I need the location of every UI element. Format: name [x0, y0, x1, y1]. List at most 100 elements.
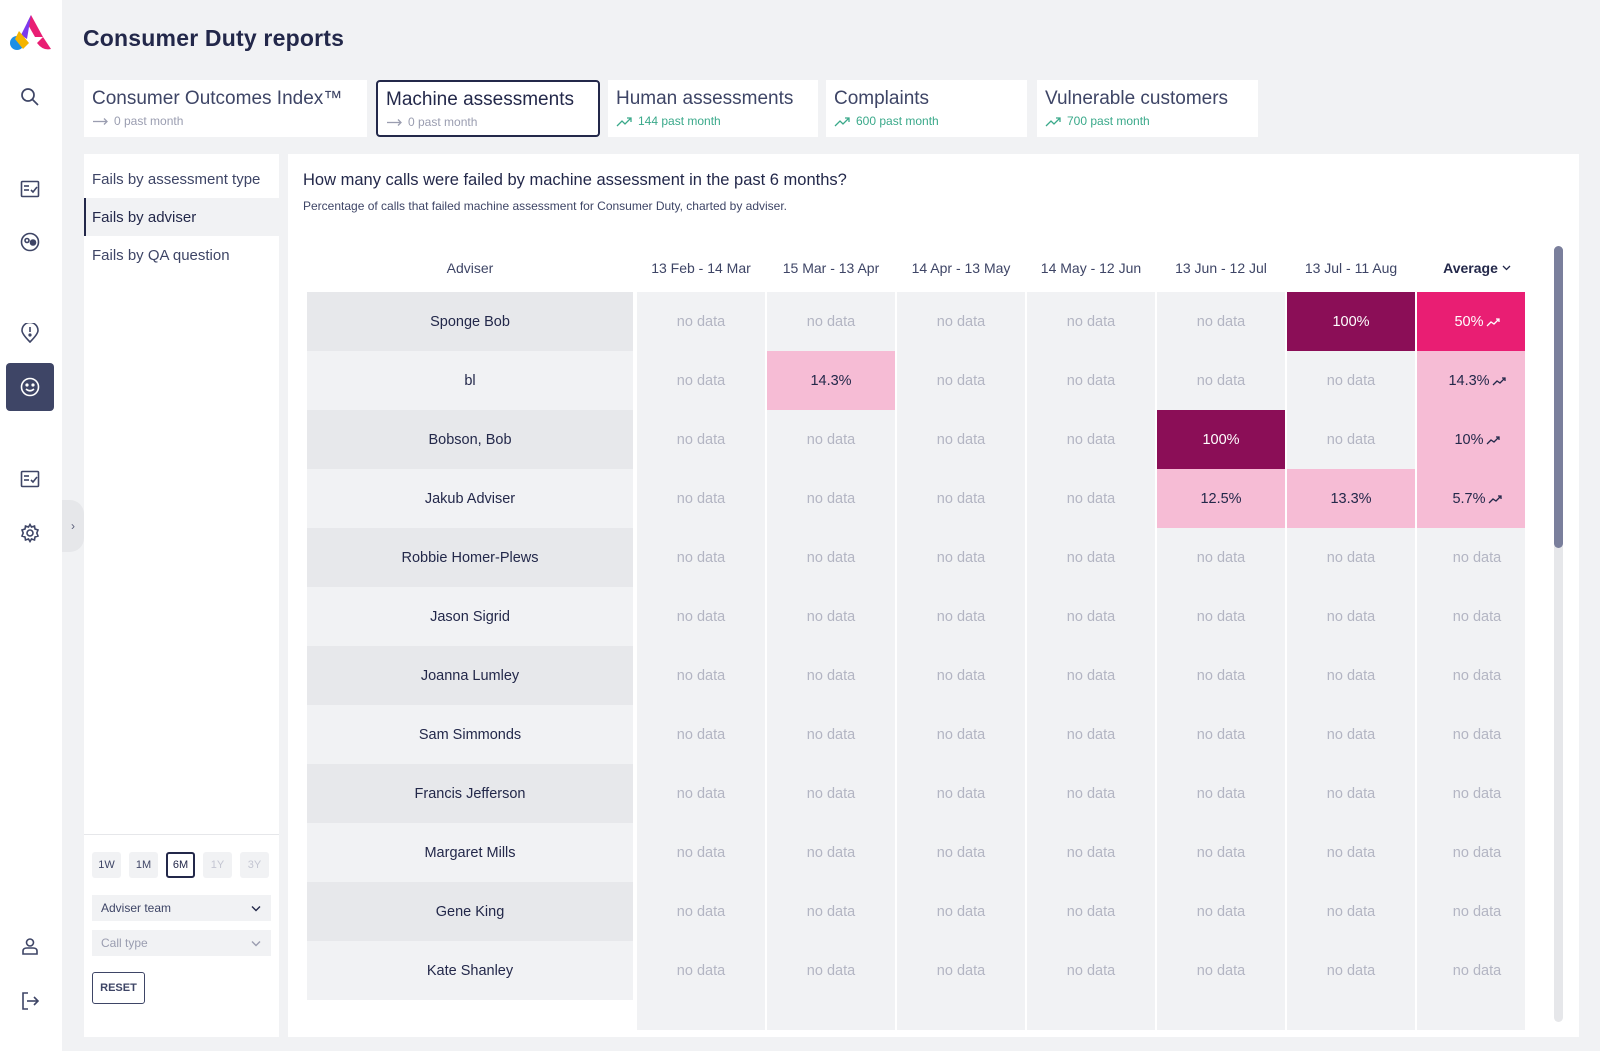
column-header: 15 Mar - 13 Apr: [767, 244, 895, 292]
adviser-team-select[interactable]: Adviser team: [92, 895, 271, 921]
average-value: no data: [1452, 785, 1502, 802]
tab-sub: 0 past month: [92, 114, 359, 128]
adviser-name-cell[interactable]: Kate Shanley: [307, 941, 633, 1000]
tab-consumer-outcomes-index[interactable]: Consumer Outcomes Index™ 0 past month: [84, 80, 367, 137]
heatmap-cell: no data: [676, 608, 726, 625]
subnav-item-fails-by-qa-question[interactable]: Fails by QA question: [84, 236, 279, 274]
average-value: 5.7%: [1452, 490, 1486, 507]
heatmap-cell[interactable]: 12.5%: [1157, 469, 1285, 528]
adviser-name-cell[interactable]: Francis Jefferson: [307, 764, 633, 823]
average-value: no data: [1452, 608, 1502, 625]
sidebar-rail: [0, 0, 62, 1051]
trend-up-icon: [1486, 317, 1500, 326]
checklist-icon[interactable]: [6, 165, 54, 213]
adviser-name-cell[interactable]: Gene King: [307, 882, 633, 941]
select-value: Call type: [101, 936, 148, 950]
heatmap-cell: no data: [1066, 372, 1116, 389]
gear-icon[interactable]: [6, 509, 54, 557]
subnav-item-fails-by-assessment-type[interactable]: Fails by assessment type: [84, 160, 279, 198]
heatmap-cell: no data: [1326, 372, 1376, 389]
adviser-name-cell[interactable]: bl: [307, 351, 633, 410]
heatmap-cell[interactable]: 100%: [1157, 410, 1285, 469]
tab-sub: 700 past month: [1045, 114, 1250, 128]
period-selector: 1W 1M 6M 1Y 3Y: [92, 852, 269, 878]
column-header: 13 Feb - 14 Mar: [637, 244, 765, 292]
heatmap-cell[interactable]: 14.3%: [767, 351, 895, 410]
divider: [84, 834, 279, 835]
arrow-right-icon: [93, 117, 108, 125]
average-value: no data: [1452, 549, 1502, 566]
trend-up-icon: [834, 116, 850, 126]
heatmap-cell: no data: [1066, 785, 1116, 802]
report-checklist-icon[interactable]: [6, 455, 54, 503]
heatmap-cell[interactable]: 100%: [1287, 292, 1415, 351]
heatmap-cell: no data: [1066, 903, 1116, 920]
heatmap-cell: no data: [1066, 549, 1116, 566]
adviser-name-cell[interactable]: Jason Sigrid: [307, 587, 633, 646]
period-3y-button[interactable]: 3Y: [240, 852, 269, 878]
column-header-label: Average: [1443, 260, 1498, 276]
trend-up-icon: [616, 116, 632, 126]
heatmap-cell: no data: [1326, 962, 1376, 979]
column-header-label: 15 Mar - 13 Apr: [782, 260, 880, 276]
logout-icon[interactable]: [6, 977, 54, 1025]
heatmap-cell: no data: [1066, 726, 1116, 743]
column-header: 14 Apr - 13 May: [897, 244, 1025, 292]
app-logo[interactable]: [9, 13, 53, 51]
period-1m-button[interactable]: 1M: [129, 852, 158, 878]
tab-sub-text: 144 past month: [638, 114, 721, 128]
subnav-item-fails-by-adviser[interactable]: Fails by adviser: [84, 198, 279, 236]
tab-human-assessments[interactable]: Human assessments 144 past month: [608, 80, 818, 137]
heatmap-cell: no data: [1066, 667, 1116, 684]
adviser-name-cell[interactable]: Joanna Lumley: [307, 646, 633, 705]
reset-button[interactable]: RESET: [92, 972, 145, 1004]
heatmap-cell: no data: [1326, 903, 1376, 920]
heatmap-cell: no data: [1196, 844, 1246, 861]
tab-vulnerable-customers[interactable]: Vulnerable customers 700 past month: [1037, 80, 1258, 137]
average-cell[interactable]: 14.3%: [1417, 351, 1525, 410]
average-cell[interactable]: 50%: [1417, 292, 1525, 351]
period-1y-button[interactable]: 1Y: [203, 852, 232, 878]
average-cell[interactable]: 10%: [1417, 410, 1525, 469]
report-panel: How many calls were failed by machine as…: [288, 154, 1579, 1037]
heatmap-cell: no data: [806, 608, 856, 625]
tab-complaints[interactable]: Complaints 600 past month: [826, 80, 1027, 137]
adviser-name-cell[interactable]: Sponge Bob: [307, 292, 633, 351]
adviser-name-cell[interactable]: Margaret Mills: [307, 823, 633, 882]
adviser-name-cell[interactable]: Jakub Adviser: [307, 469, 633, 528]
table-row: Robbie Homer-Plews no data no data no data n…: [307, 528, 1525, 587]
period-6m-button[interactable]: 6M: [166, 852, 195, 878]
alert-pin-icon[interactable]: [6, 309, 54, 357]
faces-icon[interactable]: [6, 218, 54, 266]
average-sort-header[interactable]: Average: [1417, 244, 1525, 292]
expand-sidebar-toggle[interactable]: ›: [62, 500, 84, 552]
call-type-select[interactable]: Call type: [92, 930, 271, 956]
heatmap-cell: no data: [1326, 726, 1376, 743]
period-1w-button[interactable]: 1W: [92, 852, 121, 878]
heatmap-cell[interactable]: 13.3%: [1287, 469, 1415, 528]
heatmap-cell: no data: [936, 962, 986, 979]
adviser-name-cell[interactable]: Sam Simmonds: [307, 705, 633, 764]
average-cell: no data: [1417, 882, 1525, 941]
tab-machine-assessments[interactable]: Machine assessments 0 past month: [376, 80, 600, 137]
heatmap-cell: no data: [936, 372, 986, 389]
scrollbar-thumb[interactable]: [1554, 246, 1563, 548]
adviser-name-cell[interactable]: Robbie Homer-Plews: [307, 528, 633, 587]
chevron-right-icon: ›: [71, 519, 75, 533]
heatmap-cell: no data: [1326, 785, 1376, 802]
heatmap-cell: no data: [1066, 490, 1116, 507]
table-row: Joanna Lumley no data no data no data no dat…: [307, 646, 1525, 705]
adviser-name-cell[interactable]: Bobson, Bob: [307, 410, 633, 469]
smiley-icon[interactable]: [6, 363, 54, 411]
tab-label: Vulnerable customers: [1045, 88, 1229, 109]
search-icon[interactable]: [6, 73, 54, 121]
heatmap-cell: no data: [806, 962, 856, 979]
table-row: Bobson, Bob no data no data no data no data 1…: [307, 410, 1525, 469]
heatmap-cell: no data: [1196, 667, 1246, 684]
average-cell[interactable]: 5.7%: [1417, 469, 1525, 528]
user-icon[interactable]: [6, 922, 54, 970]
heatmap-cell: no data: [936, 667, 986, 684]
average-value: no data: [1452, 844, 1502, 861]
heatmap-cell: no data: [676, 962, 726, 979]
tab-sub-text: 600 past month: [856, 114, 939, 128]
